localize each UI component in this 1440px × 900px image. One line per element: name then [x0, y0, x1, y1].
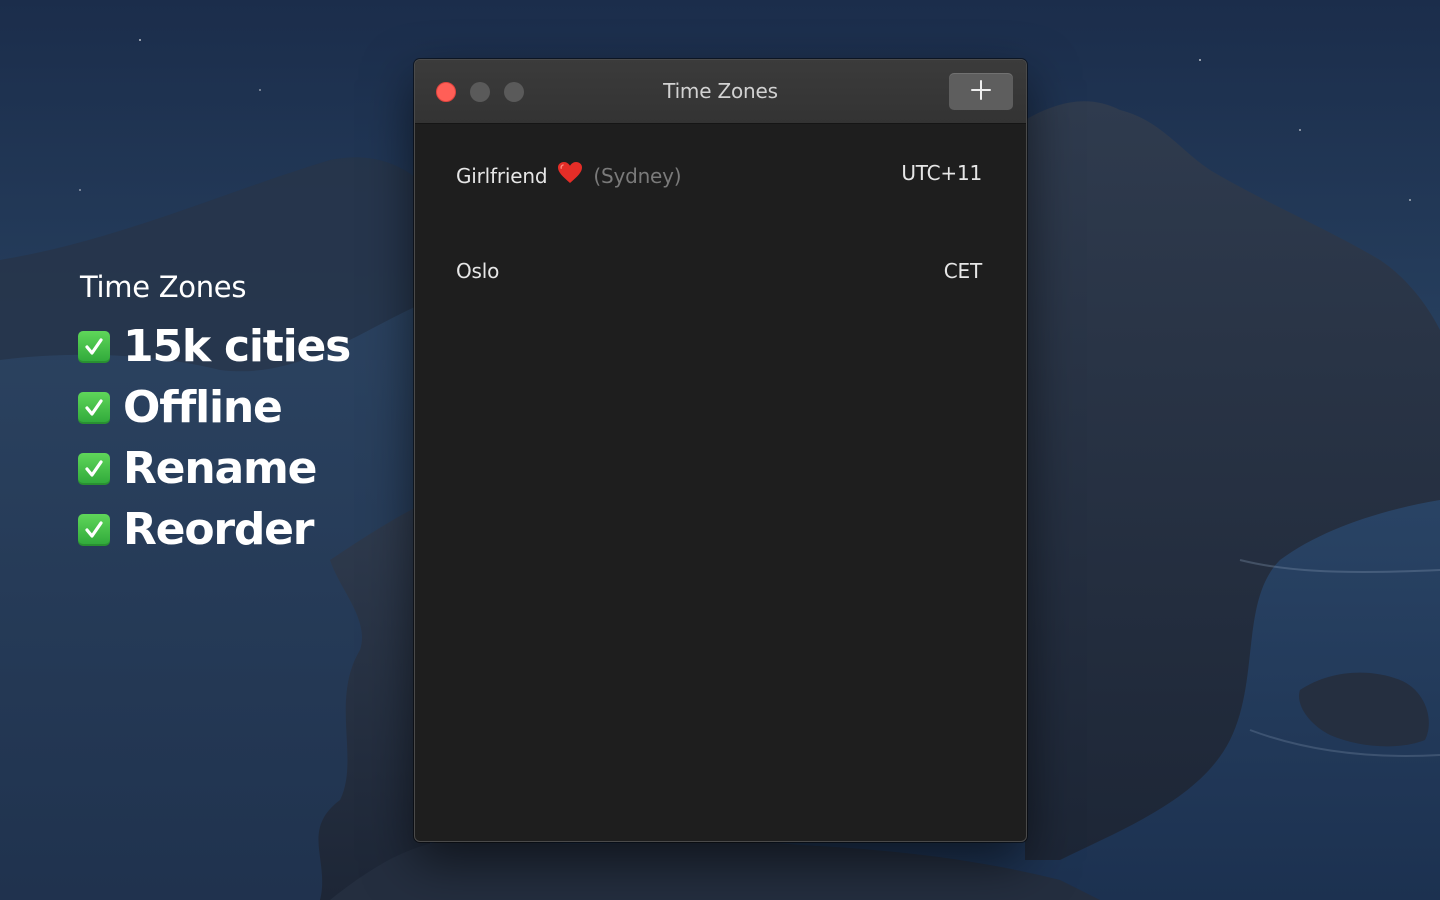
time-zone-label: Oslo [456, 259, 500, 283]
feature-item: 15k cities [78, 316, 398, 377]
feature-item: Offline [78, 377, 398, 438]
feature-item: Rename [78, 438, 398, 499]
red-heart-icon [557, 161, 583, 190]
time-zone-name-group: Girlfriend (Sydney) [456, 161, 682, 190]
feature-item: Reorder [78, 499, 398, 560]
title-bar[interactable]: Time Zones [415, 60, 1026, 124]
feature-label: Rename [123, 442, 317, 494]
time-zone-row[interactable]: Oslo CET [415, 222, 1026, 320]
check-mark-icon [78, 330, 110, 363]
feature-label: Reorder [123, 503, 314, 555]
feature-label: 15k cities [123, 320, 351, 372]
promo-panel: Time Zones 15k cities Offline Rename Reo… [78, 268, 398, 560]
check-mark-icon [78, 391, 110, 424]
app-window: Time Zones Girlfriend (Sydney) UTC+11 Os… [414, 59, 1027, 842]
promo-title: Time Zones [80, 270, 247, 304]
time-zone-row[interactable]: Girlfriend (Sydney) UTC+11 [415, 124, 1026, 222]
time-zone-offset: CET [943, 259, 982, 283]
time-zone-city: (Sydney) [593, 163, 682, 188]
time-zone-offset: UTC+11 [901, 161, 982, 185]
desktop: Time Zones 15k cities Offline Rename Reo… [0, 0, 1440, 900]
check-mark-icon [78, 452, 110, 485]
feature-label: Offline [123, 381, 283, 433]
add-time-zone-button[interactable] [949, 73, 1013, 110]
time-zone-list: Girlfriend (Sydney) UTC+11 Oslo CET [415, 124, 1026, 320]
time-zone-name-group: Oslo [456, 259, 499, 283]
check-mark-icon [78, 513, 110, 546]
plus-icon [970, 79, 992, 105]
time-zone-label: Girlfriend [456, 163, 548, 188]
window-title: Time Zones [663, 79, 778, 103]
